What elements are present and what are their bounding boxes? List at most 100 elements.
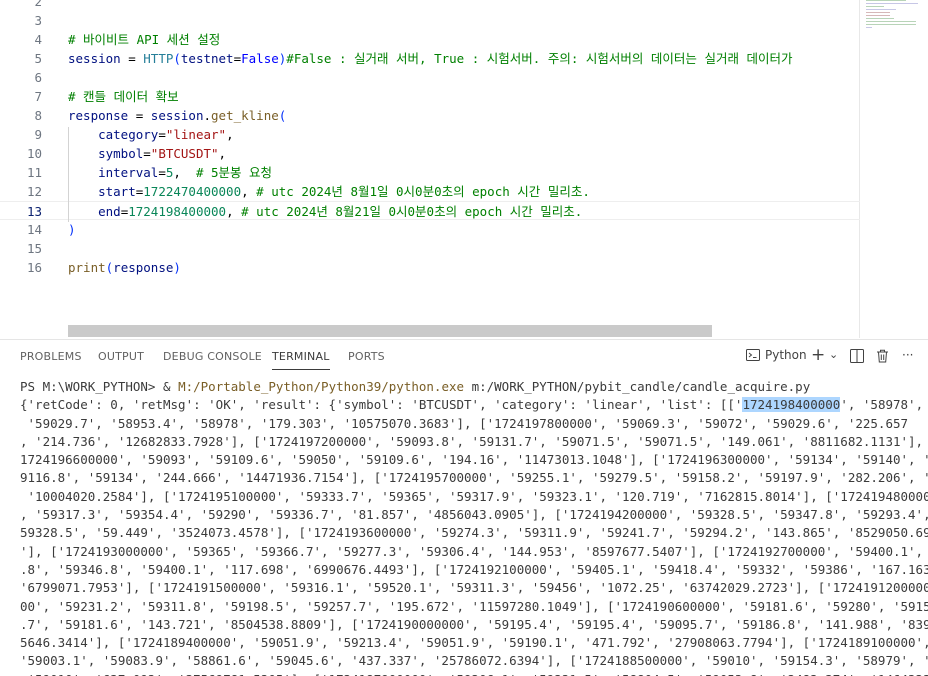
code-text: # 바이비트 API 세션 설정 <box>68 30 220 49</box>
code-token: HTTP <box>143 51 174 66</box>
code-token: . <box>203 108 212 123</box>
code-token: = <box>158 165 166 180</box>
code-text: # 캔들 데이터 확보 <box>68 87 179 106</box>
terminal-line: 9116.8', '59134', '244.666', '14471936.7… <box>20 470 928 486</box>
code-token: # 캔들 데이터 확보 <box>68 89 179 104</box>
minimap[interactable] <box>866 0 926 60</box>
terminal-selector[interactable]: Python <box>746 348 807 362</box>
code-text: end=1724198400000, # utc 2024년 8월21일 0시0… <box>68 202 582 221</box>
text-selection: 1724198400000 <box>742 397 841 413</box>
code-token: = <box>128 108 151 123</box>
tab-debug-console[interactable]: DEBUG CONSOLE <box>163 350 262 363</box>
line-number: 13 <box>26 204 42 219</box>
code-token: print <box>68 260 106 275</box>
code-text: symbol="BTCUSDT", <box>68 144 226 163</box>
terminal-line: 59328.5', '59.449', '3524073.4578'], ['1… <box>20 525 928 541</box>
line-number: 7 <box>34 89 42 104</box>
panel-tabs: PROBLEMS OUTPUT DEBUG CONSOLE TERMINAL P… <box>0 340 928 374</box>
code-text: response = session.get_kline( <box>68 106 286 125</box>
kill-terminal-button[interactable] <box>876 349 889 363</box>
code-text: interval=5, # 5분봉 요청 <box>68 163 272 182</box>
bottom-panel: PROBLEMS OUTPUT DEBUG CONSOLE TERMINAL P… <box>0 339 928 676</box>
code-token: ( <box>278 108 287 123</box>
code-line[interactable]: 5 session = HTTP(testnet=False)#False : 실… <box>0 49 860 68</box>
line-number: 11 <box>26 165 42 180</box>
code-line[interactable]: 3 <box>0 11 860 30</box>
code-text: start=1722470400000, # utc 2024년 8월1일 0시… <box>68 182 590 201</box>
code-line[interactable]: 9 category="linear", <box>0 125 860 144</box>
tab-ports[interactable]: PORTS <box>348 350 385 363</box>
add-terminal-button[interactable]: + <box>811 345 825 365</box>
code-token: , <box>226 127 234 142</box>
terminal-line: .7', '59181.6', '143.721', '8504538.8809… <box>20 616 928 632</box>
split-terminal-button[interactable] <box>850 349 864 363</box>
code-line[interactable]: 4 # 바이비트 API 세션 설정 <box>0 30 860 49</box>
code-line[interactable]: 15 <box>0 239 860 258</box>
line-number: 15 <box>26 241 42 256</box>
code-token: interval <box>68 165 159 180</box>
terminal-output-first-line: {'retCode': 0, 'retMsg': 'OK', 'result':… <box>20 396 928 414</box>
terminal-icon <box>746 349 760 361</box>
code-token: session <box>68 51 121 66</box>
terminal-line: '10004020.2584'], ['1724195100000', '593… <box>20 488 928 504</box>
line-number: 12 <box>26 184 42 199</box>
terminal-line: '], ['1724193000000', '59365', '59366.7'… <box>20 543 928 559</box>
code-line[interactable]: 10 symbol="BTCUSDT", <box>0 144 860 163</box>
terminal-line: '59003.1', '59083.9', '58861.6', '59045.… <box>20 653 928 669</box>
code-editor[interactable]: 2 3 4 # 바이비트 API 세션 설정 5 session = HTTP(testn… <box>0 0 928 338</box>
code-line[interactable]: 14) <box>0 220 860 239</box>
code-token: # 5분봉 요청 <box>195 165 273 180</box>
code-token: = <box>120 51 144 66</box>
code-token: start <box>68 184 136 199</box>
code-line[interactable]: 6 <box>0 68 860 87</box>
code-line[interactable]: 12 start=1722470400000, # utc 2024년 8월1일… <box>0 182 860 201</box>
code-token: , <box>173 165 196 180</box>
code-line[interactable]: 7 # 캔들 데이터 확보 <box>0 87 860 106</box>
code-text: category="linear", <box>68 125 234 144</box>
line-number: 8 <box>34 108 42 123</box>
horizontal-scrollbar[interactable] <box>68 325 712 337</box>
code-token: response <box>68 108 129 123</box>
code-token: ) <box>68 222 76 237</box>
code-line[interactable]: 11 interval=5, # 5분봉 요청 <box>0 163 860 182</box>
terminal-line: , '59317.3', '59354.4', '59290', '59336.… <box>20 507 928 523</box>
terminal-line: '59029.7', '58953.4', '58978', '179.303'… <box>20 415 909 431</box>
line-number: 10 <box>26 146 42 161</box>
code-line[interactable]: 2 <box>0 0 860 11</box>
code-text: session = HTTP(testnet=False)#False : 실거… <box>68 49 792 68</box>
line-number: 6 <box>34 70 42 85</box>
code-token: = <box>143 146 151 161</box>
line-number: 14 <box>26 222 42 237</box>
code-line[interactable]: 16 print(response) <box>0 258 860 277</box>
code-text: print(response) <box>68 258 181 277</box>
code-token: session <box>150 108 204 123</box>
indent-guide <box>68 127 69 222</box>
trash-icon <box>877 349 888 363</box>
terminal-output[interactable]: PS M:\WORK_PYTHON> & M:/Portable_Python/… <box>20 378 928 676</box>
code-token: = <box>233 51 242 66</box>
split-icon <box>850 349 864 363</box>
terminal-line: .8', '59346.8', '59400.1', '117.698', '6… <box>20 561 928 577</box>
terminal-prompt: PS M:\WORK_PYTHON> <box>20 379 163 394</box>
tab-output[interactable]: OUTPUT <box>98 350 144 363</box>
tab-terminal[interactable]: TERMINAL <box>272 350 330 370</box>
terminal-line: , '214.736', '12682833.7928'], ['1724197… <box>20 433 928 449</box>
code-token: response <box>113 260 174 275</box>
terminal-line: '6799071.7953'], ['1724191500000', '5931… <box>20 580 928 596</box>
terminal-text: ', '58978', '59156.8 <box>840 397 924 413</box>
code-token: testnet <box>180 51 234 66</box>
code-token: , <box>241 184 257 199</box>
line-number: 3 <box>34 13 42 28</box>
tab-problems[interactable]: PROBLEMS <box>20 350 82 363</box>
code-token: 1724198400000 <box>128 204 227 219</box>
terminal-command-line: PS M:\WORK_PYTHON> & M:/Portable_Python/… <box>20 378 928 396</box>
more-actions-icon[interactable]: ··· <box>902 348 913 362</box>
code-text: ) <box>68 220 76 239</box>
code-token: , <box>226 204 242 219</box>
chevron-down-icon[interactable]: ⌄ <box>829 348 838 361</box>
code-line[interactable]: 8 response = session.get_kline( <box>0 106 860 125</box>
code-token: ( <box>173 51 181 66</box>
code-token: 1722470400000 <box>143 184 242 199</box>
code-line[interactable]: 13 end=1724198400000, # utc 2024년 8월21일 … <box>0 201 860 220</box>
terminal-label: Python <box>765 348 807 362</box>
